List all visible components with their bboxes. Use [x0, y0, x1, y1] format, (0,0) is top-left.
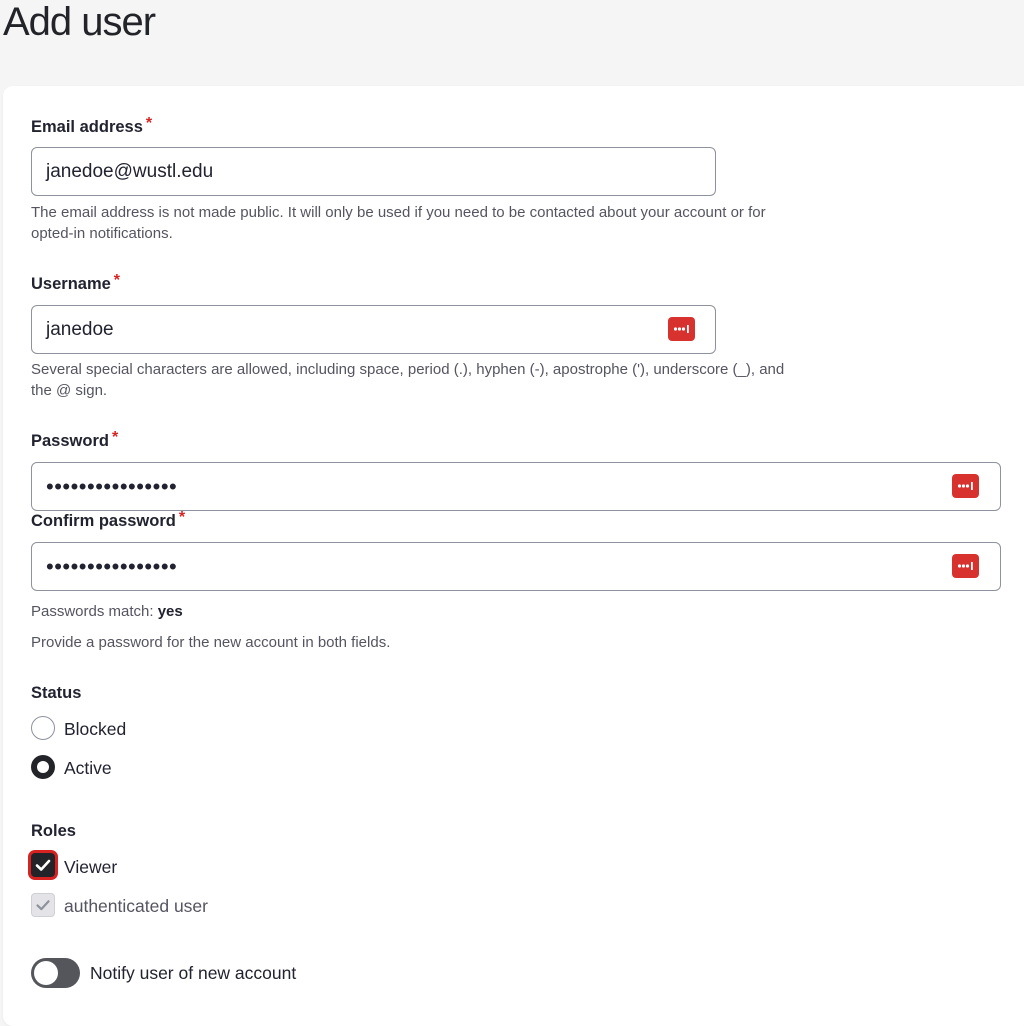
email-label-text: Email address: [31, 118, 143, 136]
status-active-radio[interactable]: [31, 755, 55, 779]
page-title: Add user: [3, 0, 156, 44]
notify-label[interactable]: Notify user of new account: [90, 962, 296, 984]
add-user-form: Email address * janedoe@wustl.edu The ema…: [3, 86, 1024, 1026]
confirm-password-field[interactable]: ••••••••••••••••: [31, 542, 1001, 591]
check-icon: [35, 859, 51, 871]
password-manager-icon[interactable]: [952, 474, 979, 498]
email-field-value: janedoe@wustl.edu: [46, 161, 214, 182]
role-viewer-checkbox[interactable]: [31, 853, 55, 877]
notify-toggle[interactable]: [31, 958, 80, 988]
password-label-text: Password: [31, 432, 109, 450]
password-match-prefix: Passwords match:: [31, 603, 158, 620]
password-hint: Provide a password for the new account i…: [31, 634, 391, 651]
confirm-password-label-text: Confirm password: [31, 512, 176, 530]
username-field[interactable]: janedoe: [31, 305, 716, 354]
password-match-status: Passwords match: yes: [31, 602, 183, 623]
required-asterisk: *: [145, 115, 153, 132]
role-viewer-label[interactable]: Viewer: [64, 856, 117, 878]
password-match-value: yes: [157, 603, 183, 620]
status-blocked-label[interactable]: Blocked: [64, 718, 126, 740]
password-field[interactable]: ••••••••••••••••: [31, 462, 1001, 511]
roles-label: Roles: [31, 822, 76, 840]
required-asterisk: *: [113, 272, 121, 289]
username-field-value: janedoe: [46, 319, 114, 340]
password-manager-icon[interactable]: [952, 554, 979, 578]
username-label: Username *: [31, 272, 121, 295]
role-authenticated-user-label: authenticated user: [64, 896, 208, 916]
password-manager-icon[interactable]: [668, 317, 695, 341]
email-label: Email address *: [31, 115, 153, 138]
email-description: The email address is not made public. It…: [31, 204, 766, 242]
check-icon: [36, 900, 50, 911]
username-description: Several special characters are allowed, …: [31, 361, 785, 399]
password-label: Password *: [31, 429, 119, 452]
required-asterisk: *: [178, 509, 186, 526]
status-label: Status: [31, 684, 82, 702]
status-active-label[interactable]: Active: [64, 757, 112, 779]
status-blocked-radio[interactable]: [31, 716, 55, 740]
password-field-value: ••••••••••••••••: [46, 474, 178, 499]
role-authenticated-user-checkbox: [31, 893, 55, 917]
toggle-knob: [34, 961, 58, 985]
confirm-password-field-value: ••••••••••••••••: [46, 554, 178, 579]
email-field[interactable]: janedoe@wustl.edu: [31, 147, 716, 196]
confirm-password-label: Confirm password *: [31, 509, 186, 532]
username-label-text: Username: [31, 275, 111, 293]
required-asterisk: *: [111, 429, 119, 446]
